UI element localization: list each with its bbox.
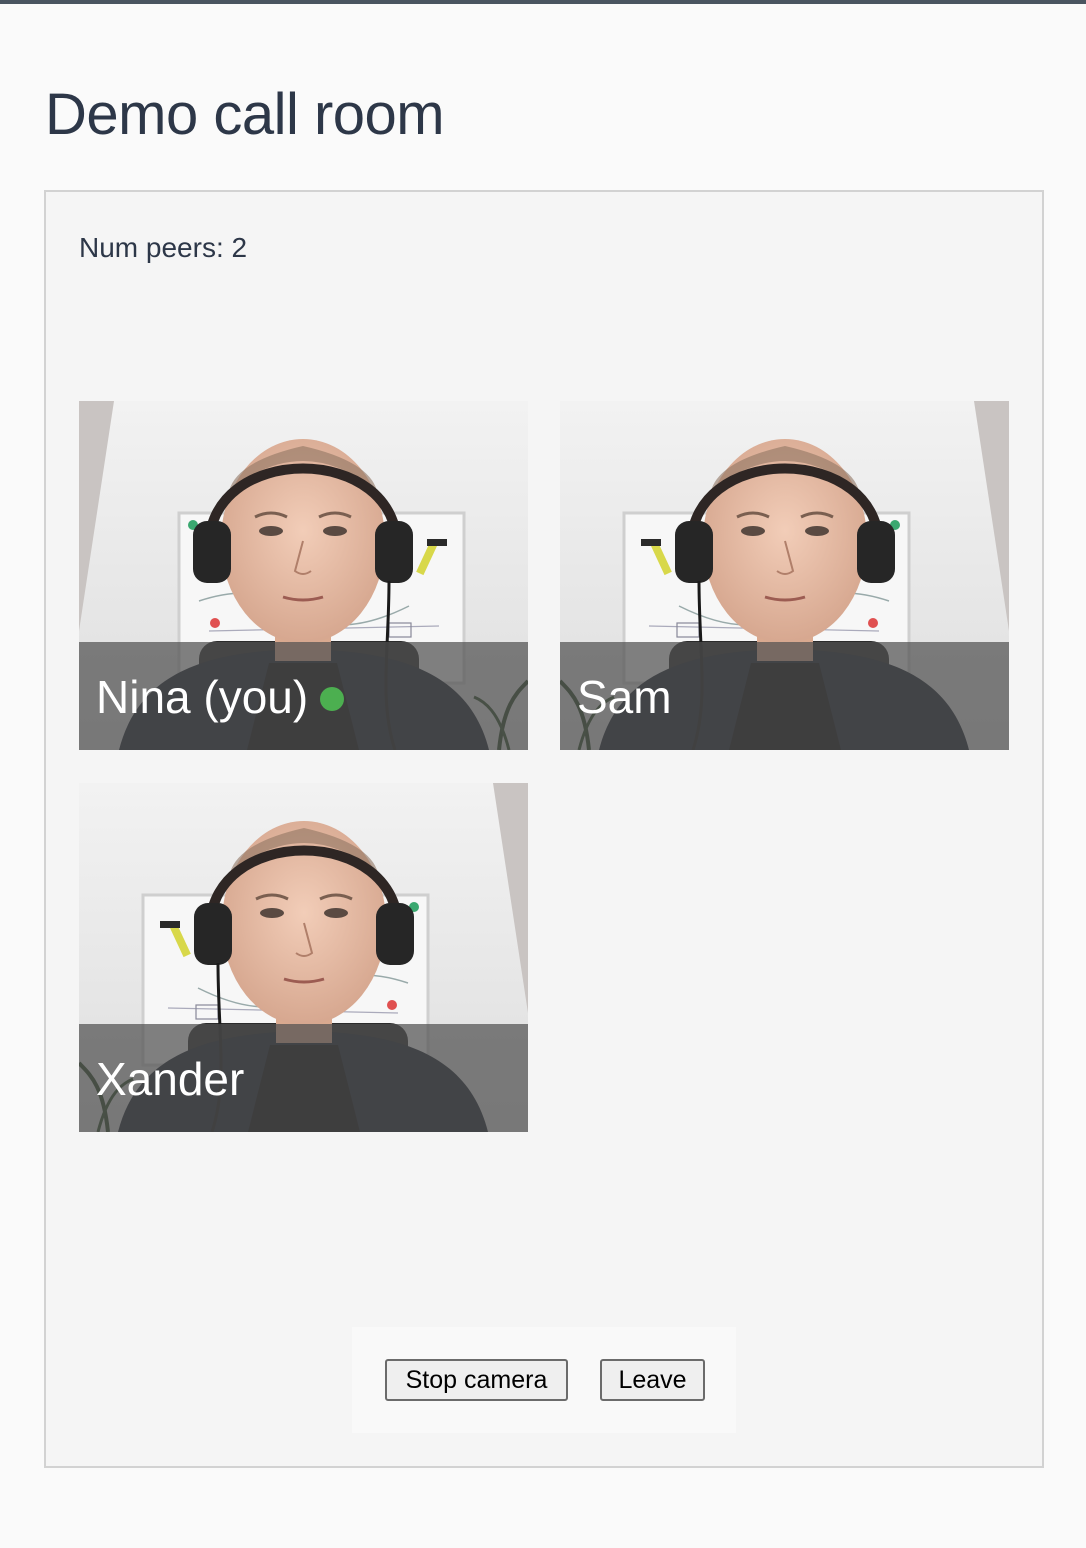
stop-camera-button[interactable]: Stop camera: [385, 1359, 568, 1401]
leave-button[interactable]: Leave: [600, 1359, 705, 1401]
peer-count-text: Num peers: 2: [79, 232, 248, 263]
participant-name: Nina (you): [96, 671, 309, 723]
participant-name-label: Xander: [96, 1053, 245, 1105]
participant-name-label: Sam: [577, 671, 672, 723]
call-controls: Stop camera Leave: [352, 1327, 736, 1433]
speaking-indicator-icon: [320, 686, 345, 711]
call-room-panel: Num peers: 2 Nina (you) Sam Xander Stop …: [44, 190, 1044, 1468]
name-overlay: Sam: [560, 642, 1009, 750]
video-tile-peer[interactable]: Xander: [79, 783, 528, 1132]
name-overlay: Xander: [79, 1024, 528, 1132]
video-tile-peer[interactable]: Sam: [560, 401, 1009, 750]
video-tile-self[interactable]: Nina (you): [79, 401, 528, 750]
participant-name-label: Nina (you): [96, 671, 345, 723]
top-border: [0, 0, 1086, 4]
page-title: Demo call room: [45, 82, 445, 147]
name-overlay: Nina (you): [79, 642, 528, 750]
